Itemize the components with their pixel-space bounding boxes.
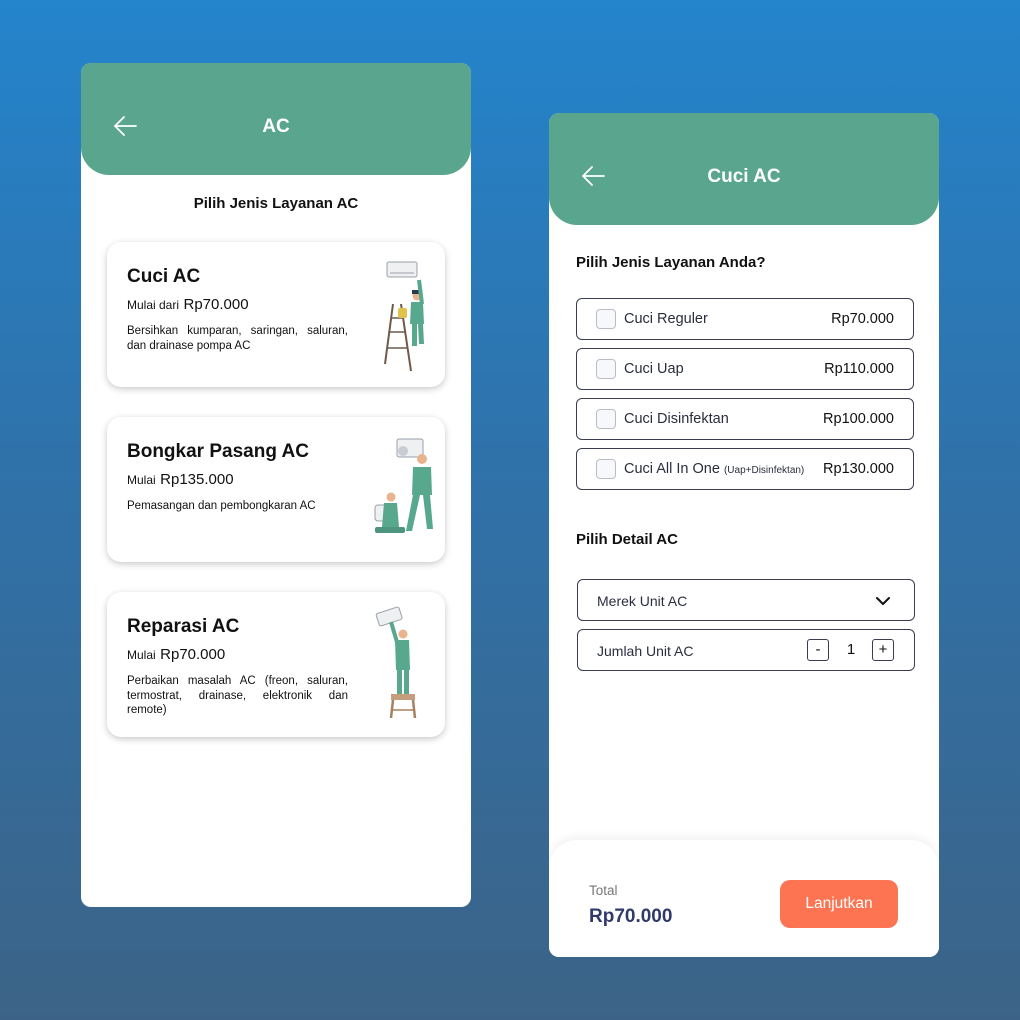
header: AC xyxy=(81,63,471,175)
service-list-screen: AC Pilih Jenis Layanan AC Cuci AC Mulai … xyxy=(81,63,471,907)
option-price: Rp70.000 xyxy=(831,311,894,327)
card-title: Reparasi AC xyxy=(127,616,240,637)
brand-select[interactable]: Merek Unit AC xyxy=(577,579,915,621)
checkbox[interactable] xyxy=(596,309,616,329)
quantity-stepper: Jumlah Unit AC - 1 + xyxy=(577,629,915,671)
header: Cuci AC xyxy=(549,113,939,225)
option-price: Rp100.000 xyxy=(823,411,894,427)
technician-ladder-illustration xyxy=(384,261,424,372)
option-label: Cuci Disinfektan xyxy=(624,411,729,427)
total-label: Total xyxy=(589,883,618,898)
price-prefix: Mulai dari xyxy=(127,298,180,312)
section-title: Pilih Jenis Layanan AC xyxy=(193,195,359,212)
service-card-reparasi[interactable]: Reparasi AC Mulai Rp70.000 Perbaikan mas… xyxy=(107,592,445,737)
quantity-label: Jumlah Unit AC xyxy=(597,643,694,659)
option-label: Cuci Uap xyxy=(624,361,684,377)
option-cuci-disinfektan[interactable]: Cuci Disinfektan Rp100.000 xyxy=(576,398,914,440)
option-note: (Uap+Disinfektan) xyxy=(723,465,805,476)
option-cuci-all-in-one[interactable]: Cuci All In One (Uap+Disinfektan) Rp130.… xyxy=(576,448,914,490)
technician-repair-illustration xyxy=(375,606,417,719)
detail-heading: Pilih Detail AC xyxy=(576,531,678,548)
option-price: Rp110.000 xyxy=(824,361,894,377)
checkbox[interactable] xyxy=(596,459,616,479)
page-title: Cuci AC xyxy=(707,166,781,187)
card-description: Bersihkan kumparan, saringan, saluran, d… xyxy=(127,325,348,352)
checkbox[interactable] xyxy=(596,359,616,379)
continue-button[interactable]: Lanjutkan xyxy=(780,880,898,928)
chevron-down-icon[interactable] xyxy=(874,592,892,610)
price-prefix: Mulai xyxy=(127,473,156,487)
card-title: Cuci AC xyxy=(127,266,201,287)
page-title: AC xyxy=(262,116,290,137)
option-label: Cuci All In One xyxy=(624,461,720,477)
option-price: Rp130.000 xyxy=(823,461,894,477)
service-card-cuci[interactable]: Cuci AC Mulai dari Rp70.000 Bersihkan ku… xyxy=(107,242,445,387)
card-title: Bongkar Pasang AC xyxy=(127,441,309,462)
option-cuci-reguler[interactable]: Cuci Reguler Rp70.000 xyxy=(576,298,914,340)
card-description: Pemasangan dan pembongkaran AC xyxy=(127,500,316,512)
card-price: Mulai Rp70.000 xyxy=(127,646,225,664)
brand-select-label: Merek Unit AC xyxy=(597,593,688,609)
checkbox[interactable] xyxy=(596,409,616,429)
technicians-install-illustration xyxy=(374,438,433,533)
option-label: Cuci Reguler xyxy=(624,311,708,327)
total-value: Rp70.000 xyxy=(589,906,673,927)
price-value: Rp135.000 xyxy=(160,471,234,488)
card-price: Mulai dari Rp70.000 xyxy=(127,296,249,314)
quantity-value: 1 xyxy=(846,641,856,658)
service-card-bongkar-pasang[interactable]: Bongkar Pasang AC Mulai Rp135.000 Pemasa… xyxy=(107,417,445,562)
price-value: Rp70.000 xyxy=(160,646,226,663)
card-description: Perbaikan masalah AC (freon, saluran, te… xyxy=(127,675,348,716)
checkout-footer: Total Rp70.000 Lanjutkan xyxy=(549,840,939,957)
decrement-button[interactable]: - xyxy=(807,639,829,661)
price-value: Rp70.000 xyxy=(183,296,249,313)
service-heading: Pilih Jenis Layanan Anda? xyxy=(576,254,766,271)
service-detail-screen: Cuci AC Pilih Jenis Layanan Anda? Cuci R… xyxy=(549,113,939,957)
increment-button[interactable]: + xyxy=(872,639,894,661)
option-cuci-uap[interactable]: Cuci Uap Rp110.000 xyxy=(576,348,914,390)
option-label-group: Cuci All In One (Uap+Disinfektan) xyxy=(624,461,804,477)
price-prefix: Mulai xyxy=(127,648,156,662)
card-price: Mulai Rp135.000 xyxy=(127,471,234,489)
